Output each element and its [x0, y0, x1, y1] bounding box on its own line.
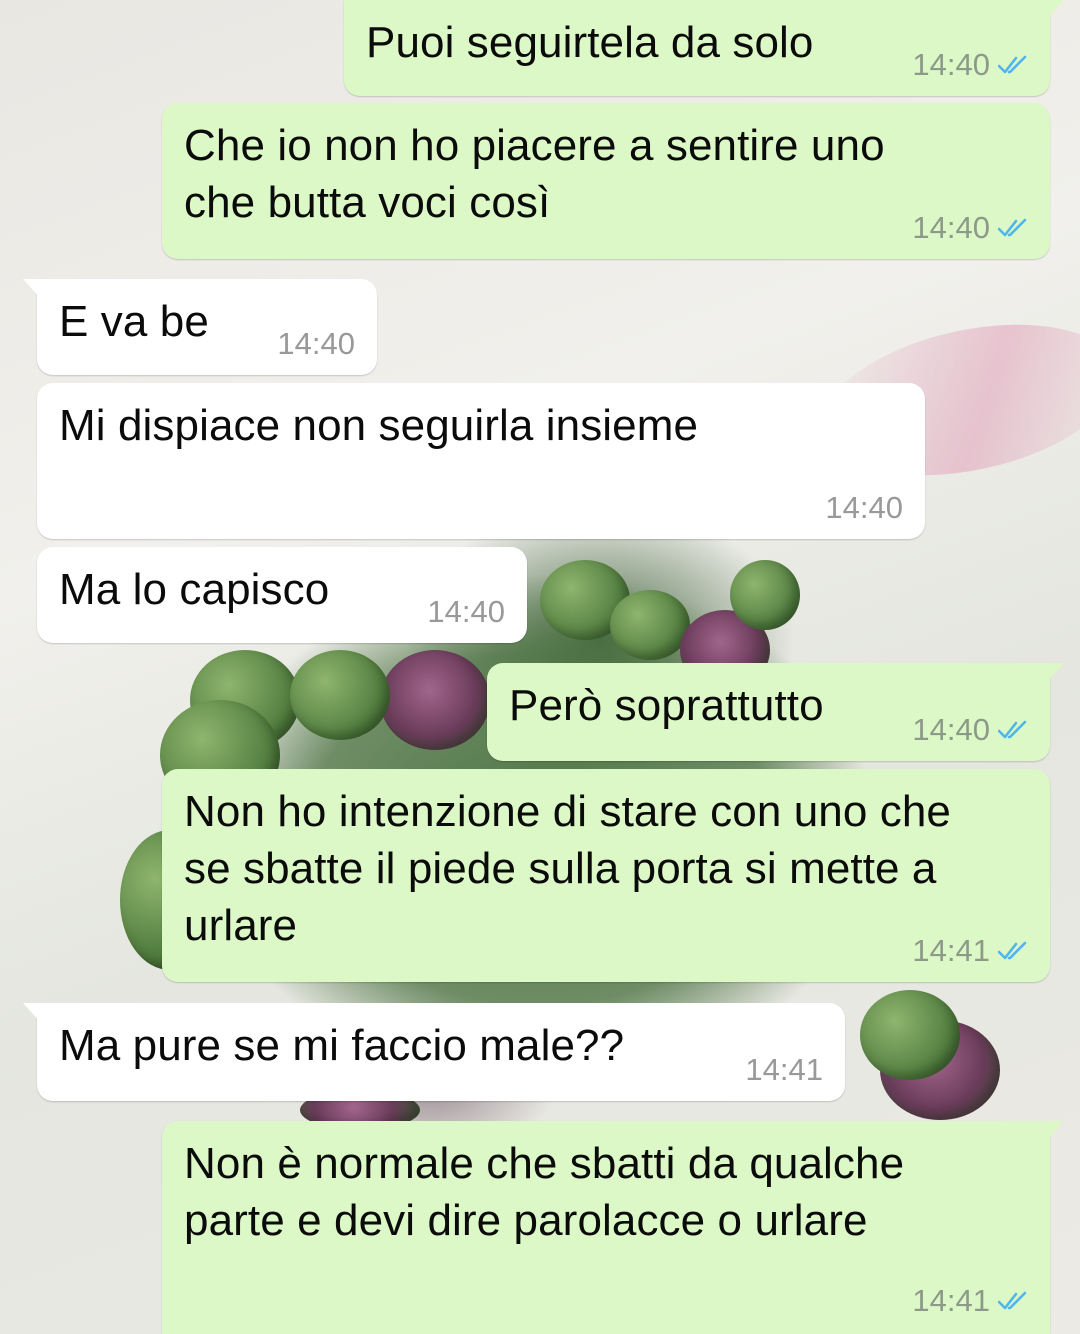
message-time: 14:41 [912, 933, 990, 968]
message-time: 14:40 [912, 210, 990, 245]
message-time: 14:40 [427, 594, 505, 629]
message-meta: 14:40 [427, 595, 505, 629]
message-meta: 14:40 [825, 491, 903, 525]
message-meta: 14:41 [912, 934, 1028, 968]
message-text: Non ho intenzione di stare con uno che s… [184, 787, 951, 950]
message-time: 14:40 [277, 326, 355, 361]
message-text: Mi dispiace non seguirla insieme [59, 401, 699, 450]
message-bubble-incoming[interactable]: Ma pure se mi faccio male?? 14:41 [23, 1003, 845, 1101]
message-meta: 14:40 [912, 48, 1028, 82]
message-meta: 14:40 [277, 327, 355, 361]
message-list[interactable]: Puoi seguirtela da solo 14:40 Che io non… [0, 0, 1080, 1334]
double-check-icon [998, 941, 1027, 960]
message-bubble-outgoing[interactable]: Non ho intenzione di stare con uno che s… [162, 769, 1050, 982]
message-bubble-outgoing[interactable]: Però soprattutto 14:40 [487, 663, 1064, 761]
message-meta: 14:40 [912, 713, 1028, 747]
message-time: 14:40 [825, 490, 903, 525]
double-check-icon [998, 55, 1027, 74]
double-check-icon [998, 218, 1027, 237]
message-meta: 14:41 [745, 1053, 823, 1087]
message-text: Che io non ho piacere a sentire uno che … [184, 121, 885, 227]
message-bubble-outgoing[interactable]: Non è normale che sbatti da qualche part… [162, 1121, 1064, 1334]
message-time: 14:40 [912, 47, 990, 82]
message-text: Ma pure se mi faccio male?? [59, 1021, 625, 1070]
message-meta: 14:40 [912, 211, 1028, 245]
message-bubble-outgoing[interactable]: Che io non ho piacere a sentire uno che … [162, 103, 1050, 259]
message-time: 14:41 [912, 1283, 990, 1318]
message-bubble-outgoing[interactable]: Puoi seguirtela da solo 14:40 [344, 0, 1064, 96]
message-meta: 14:41 [912, 1284, 1028, 1318]
message-text: Non è normale che sbatti da qualche part… [184, 1139, 905, 1245]
message-time: 14:40 [912, 712, 990, 747]
double-check-icon [998, 720, 1027, 739]
message-time: 14:41 [745, 1052, 823, 1087]
message-bubble-incoming[interactable]: E va be 14:40 [23, 279, 377, 375]
double-check-icon [998, 1291, 1027, 1310]
message-bubble-incoming[interactable]: Ma lo capisco 14:40 [37, 547, 527, 643]
message-bubble-incoming[interactable]: Mi dispiace non seguirla insieme 14:40 [37, 383, 925, 539]
